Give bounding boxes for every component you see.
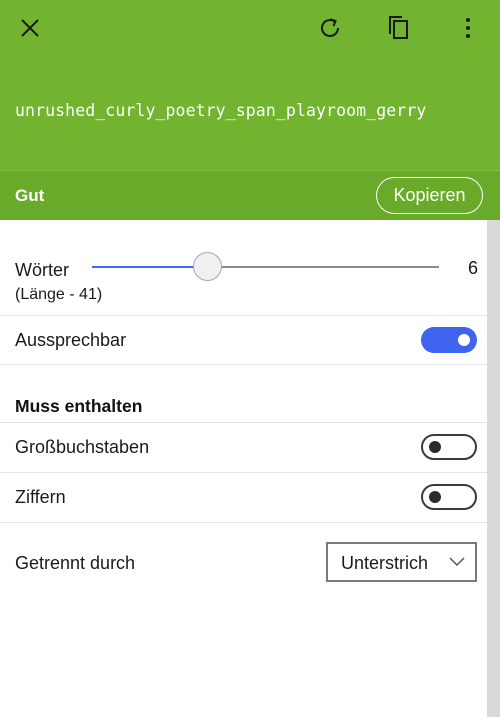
header: unrushed_curly_poetry_span_playroom_gerr… — [0, 0, 500, 170]
separator-label: Getrennt durch — [15, 553, 136, 573]
words-value: 6 — [467, 258, 478, 278]
digits-row[interactable]: Ziffern — [0, 473, 487, 522]
words-slider-track[interactable] — [92, 252, 439, 281]
digits-toggle[interactable] — [421, 484, 477, 510]
copy-top-button[interactable] — [381, 10, 417, 46]
scrollbar[interactable] — [487, 220, 500, 717]
separator-row: Getrennt durch Unterstrich — [0, 523, 487, 603]
copy-icon — [389, 16, 408, 39]
separator-selected: Unterstrich — [341, 553, 429, 573]
chevron-down-icon — [449, 557, 465, 567]
more-button[interactable] — [450, 10, 486, 46]
uppercase-toggle[interactable] — [421, 434, 477, 460]
toggle-knob — [458, 334, 470, 346]
settings-panel: Wörter 6 (Länge - 41) Aussprechbar Muss … — [0, 220, 487, 717]
digits-label: Ziffern — [15, 487, 66, 507]
uppercase-label: Großbuchstaben — [15, 437, 150, 457]
pronounceable-label: Aussprechbar — [15, 330, 127, 350]
copy-button[interactable]: Kopieren — [376, 177, 483, 214]
words-label: Wörter — [15, 260, 69, 280]
strength-label: Gut — [15, 186, 45, 205]
length-note: (Länge - 41) — [15, 286, 103, 303]
words-slider-fill — [92, 266, 207, 268]
separator-select[interactable]: Unterstrich — [326, 542, 477, 582]
generated-password: unrushed_curly_poetry_span_playroom_gerr… — [15, 101, 427, 120]
words-row: Wörter 6 (Länge - 41) — [0, 220, 487, 315]
toggle-knob — [429, 441, 441, 453]
strength-bar: Gut Kopieren — [0, 170, 500, 220]
uppercase-row[interactable]: Großbuchstaben — [0, 423, 487, 472]
refresh-icon — [321, 18, 339, 37]
more-vertical-icon — [466, 18, 470, 38]
close-button[interactable] — [12, 10, 48, 46]
refresh-button[interactable] — [312, 10, 348, 46]
must-contain-title: Muss enthalten — [15, 396, 143, 416]
pronounceable-row[interactable]: Aussprechbar — [0, 316, 487, 364]
toggle-knob — [429, 491, 441, 503]
divider — [0, 364, 487, 365]
words-slider-thumb[interactable] — [193, 252, 222, 281]
close-icon — [21, 19, 39, 37]
pronounceable-toggle[interactable] — [421, 327, 477, 353]
